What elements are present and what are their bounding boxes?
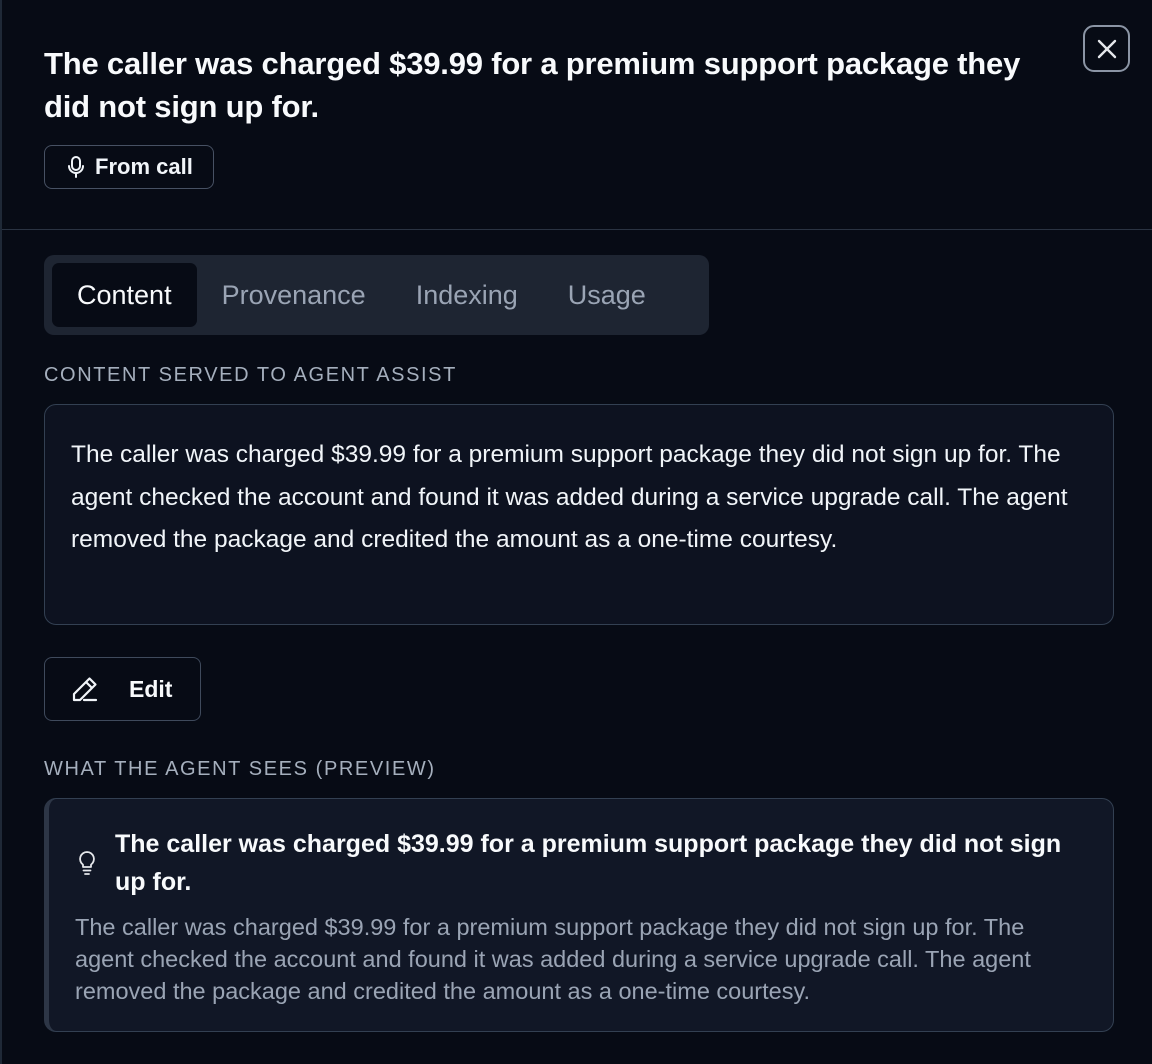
tab-content[interactable]: Content <box>52 263 197 327</box>
tab-indexing[interactable]: Indexing <box>391 263 543 327</box>
edit-button-label: Edit <box>129 675 173 702</box>
close-icon <box>1097 39 1116 58</box>
edit-button[interactable]: Edit <box>44 657 201 721</box>
pencil-icon <box>72 677 98 702</box>
microphone-icon <box>68 156 84 178</box>
preview-header: The caller was charged $39.99 for a prem… <box>75 825 1083 901</box>
preview-body: The caller was charged $39.99 for a prem… <box>75 914 1031 1004</box>
content-text-box: The caller was charged $39.99 for a prem… <box>44 404 1114 625</box>
preview-section-label: WHAT THE AGENT SEES (PREVIEW) <box>44 758 436 780</box>
content-section-label: CONTENT SERVED TO AGENT ASSIST <box>44 364 457 386</box>
panel-header: The caller was charged $39.99 for a prem… <box>2 0 1152 230</box>
detail-panel: The caller was charged $39.99 for a prem… <box>0 0 1152 1064</box>
tab-bar: Content Provenance Indexing Usage <box>44 255 709 335</box>
source-badge-label: From call <box>95 154 193 179</box>
page-title: The caller was charged $39.99 for a prem… <box>44 46 1021 124</box>
agent-preview-card: The caller was charged $39.99 for a prem… <box>44 798 1114 1032</box>
tab-provenance[interactable]: Provenance <box>197 263 391 327</box>
lightbulb-icon <box>79 851 95 875</box>
close-button[interactable] <box>1083 25 1130 72</box>
source-badge: From call <box>44 145 214 189</box>
tab-usage[interactable]: Usage <box>543 263 671 327</box>
preview-title: The caller was charged $39.99 for a prem… <box>115 830 1062 896</box>
